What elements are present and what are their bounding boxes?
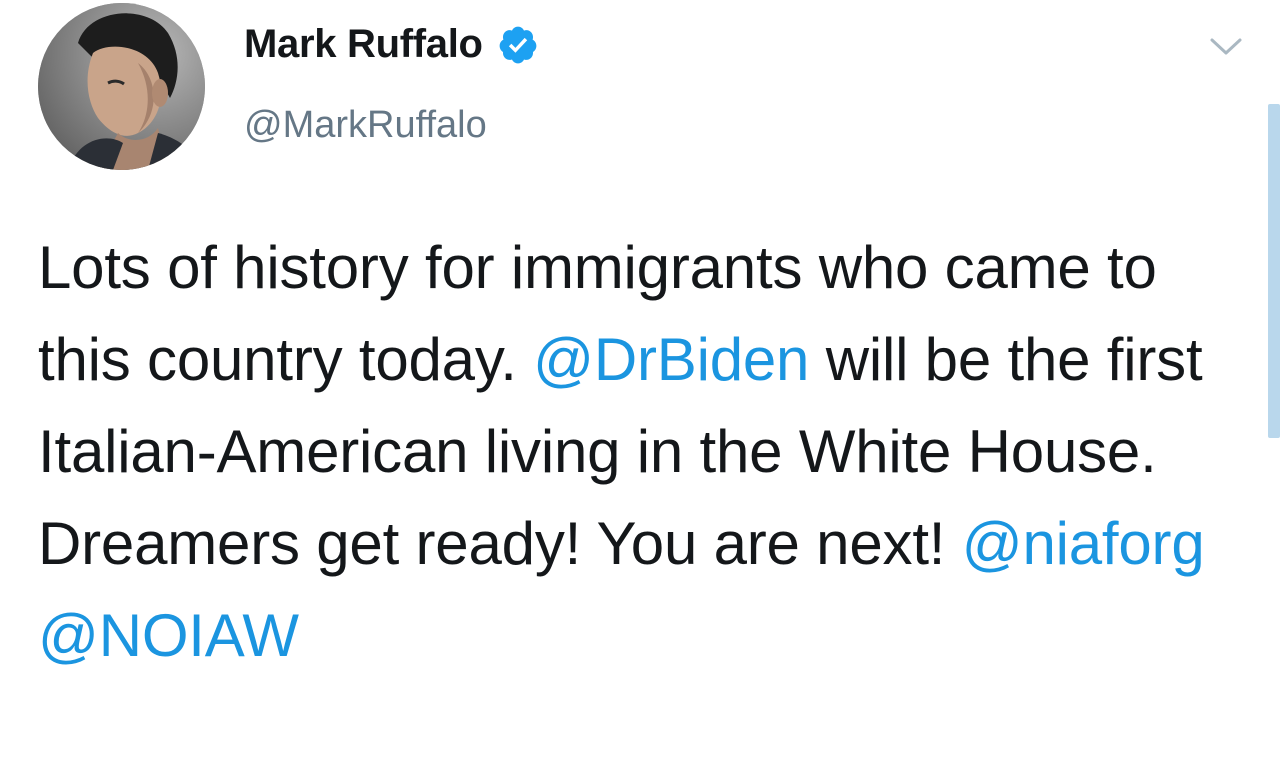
tweet-text: Lots of history for immigrants who came …	[38, 222, 1253, 682]
scrollbar[interactable]	[1268, 104, 1280, 438]
avatar[interactable]	[38, 3, 205, 170]
tweet-card: Mark Ruffalo @MarkRuffalo Lots of histor…	[0, 0, 1280, 757]
avatar-portrait-image	[38, 3, 205, 170]
display-name[interactable]: Mark Ruffalo	[244, 22, 483, 67]
verified-badge-icon	[499, 26, 537, 63]
mention-link[interactable]: @niaforg	[962, 510, 1205, 577]
chevron-down-icon[interactable]	[1208, 32, 1244, 60]
mention-link[interactable]: @NOIAW	[38, 602, 299, 669]
author-name-row: Mark Ruffalo	[244, 22, 539, 67]
mention-link[interactable]: @DrBiden	[533, 326, 809, 393]
author-handle[interactable]: @MarkRuffalo	[244, 104, 487, 147]
